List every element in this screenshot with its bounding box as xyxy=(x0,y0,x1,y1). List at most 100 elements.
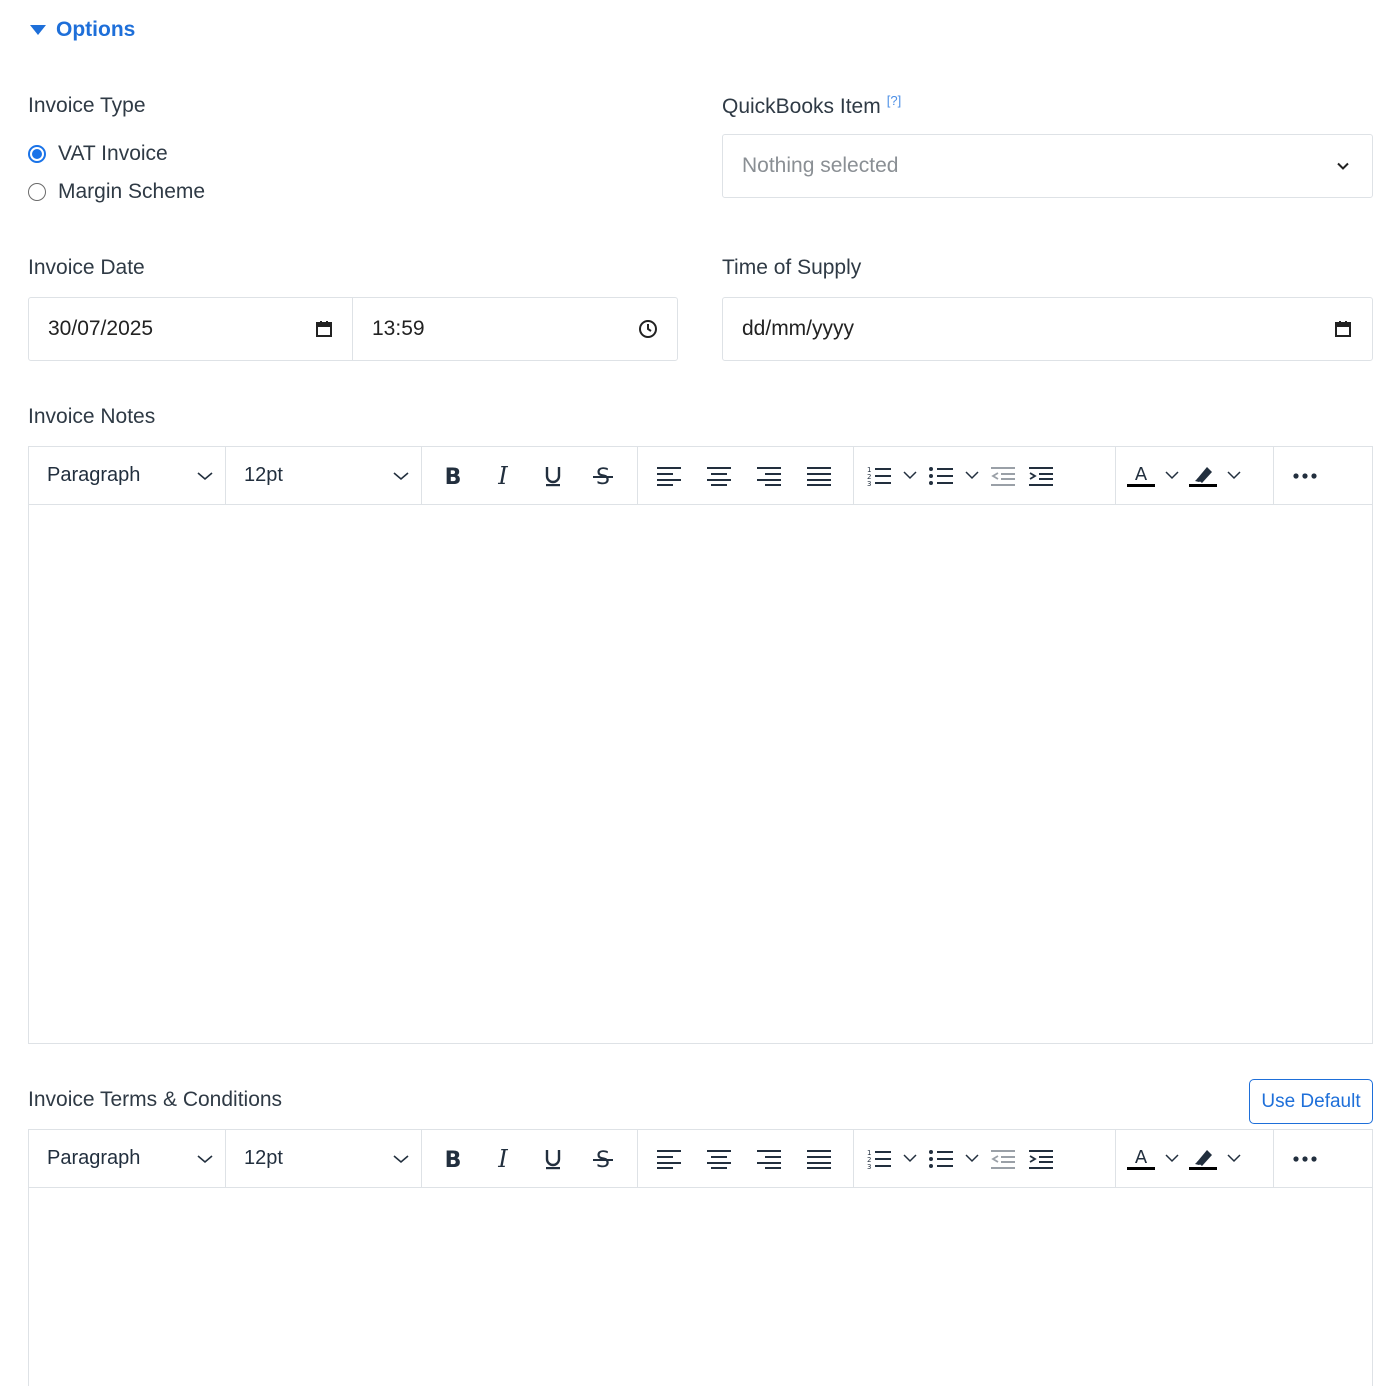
indent-icon[interactable] xyxy=(1022,456,1060,496)
use-default-button[interactable]: Use Default xyxy=(1249,1079,1373,1124)
invoice-terms-label: Invoice Terms & Conditions xyxy=(28,1088,283,1111)
align-center-icon[interactable] xyxy=(694,456,744,496)
align-right-icon[interactable] xyxy=(744,1139,794,1179)
numbered-list-icon[interactable]: 123 xyxy=(860,456,898,496)
clock-icon[interactable] xyxy=(637,318,659,340)
strikethrough-icon[interactable]: S xyxy=(578,456,628,496)
align-justify-icon[interactable] xyxy=(794,1139,844,1179)
align-left-icon[interactable] xyxy=(644,456,694,496)
format-group: B I S xyxy=(422,447,638,504)
underline-icon[interactable] xyxy=(528,456,578,496)
color-group: A xyxy=(1116,1130,1274,1187)
chevron-down-icon xyxy=(1332,155,1354,177)
font-size-select[interactable]: 12pt xyxy=(226,447,422,504)
bullet-list-icon[interactable] xyxy=(922,456,960,496)
chevron-down-icon[interactable] xyxy=(898,456,922,496)
svg-text:B: B xyxy=(445,1148,462,1171)
invoice-type-label: Invoice Type xyxy=(28,94,146,117)
format-group: B I S xyxy=(422,1130,638,1187)
radio-unchecked-icon xyxy=(28,183,46,201)
bold-icon[interactable]: B xyxy=(428,1139,478,1179)
more-group xyxy=(1274,1130,1336,1187)
block-format-select[interactable]: Paragraph xyxy=(29,1130,226,1187)
svg-text:I: I xyxy=(497,464,508,488)
invoice-date-label: Invoice Date xyxy=(28,256,145,279)
chevron-down-icon xyxy=(197,471,213,480)
caret-down-icon xyxy=(30,25,46,35)
block-format-select[interactable]: Paragraph xyxy=(29,447,226,504)
options-toggle[interactable]: Options xyxy=(28,18,135,42)
align-justify-icon[interactable] xyxy=(794,456,844,496)
chevron-down-icon xyxy=(393,471,409,480)
chevron-down-icon[interactable] xyxy=(1160,1139,1184,1179)
font-size-value: 12pt xyxy=(244,1147,283,1169)
quickbooks-item-select[interactable]: Nothing selected xyxy=(722,134,1373,198)
italic-icon[interactable]: I xyxy=(478,456,528,496)
invoice-date-value: 30/07/2025 xyxy=(48,317,154,340)
svg-text:A: A xyxy=(1135,1147,1148,1168)
svg-text:B: B xyxy=(445,465,462,488)
block-format-value: Paragraph xyxy=(47,1147,141,1169)
invoice-notes-label: Invoice Notes xyxy=(28,405,156,428)
italic-icon[interactable]: I xyxy=(478,1139,528,1179)
time-of-supply-placeholder: dd/mm/yyyy xyxy=(742,317,855,340)
chevron-down-icon xyxy=(197,1154,213,1163)
block-format-value: Paragraph xyxy=(47,464,141,486)
align-right-icon[interactable] xyxy=(744,456,794,496)
highlight-color-icon[interactable] xyxy=(1184,456,1222,496)
invoice-time-value: 13:59 xyxy=(372,317,425,340)
list-group: 123 xyxy=(854,1130,1116,1187)
text-color-icon[interactable]: A xyxy=(1122,1139,1160,1179)
invoice-time-input[interactable]: 13:59 xyxy=(352,297,678,361)
invoice-terms-content[interactable] xyxy=(29,1188,1372,1386)
radio-checked-icon xyxy=(28,145,46,163)
align-group xyxy=(638,447,854,504)
invoice-terms-editor: Paragraph 12pt B I S 123 A xyxy=(28,1129,1373,1386)
indent-icon[interactable] xyxy=(1022,1139,1060,1179)
chevron-down-icon[interactable] xyxy=(960,1139,984,1179)
outdent-icon[interactable] xyxy=(984,1139,1022,1179)
highlight-color-icon[interactable] xyxy=(1184,1139,1222,1179)
chevron-down-icon[interactable] xyxy=(1222,456,1246,496)
radio-vat-invoice[interactable]: VAT Invoice xyxy=(28,142,168,166)
svg-text:3: 3 xyxy=(867,1163,871,1170)
more-icon[interactable] xyxy=(1280,456,1330,496)
svg-text:I: I xyxy=(497,1147,508,1171)
font-size-select[interactable]: 12pt xyxy=(226,1130,422,1187)
options-label: Options xyxy=(56,18,136,41)
align-center-icon[interactable] xyxy=(694,1139,744,1179)
more-group xyxy=(1274,447,1336,504)
svg-text:A: A xyxy=(1135,464,1148,485)
invoice-date-input[interactable]: 30/07/2025 xyxy=(28,297,354,361)
chevron-down-icon[interactable] xyxy=(1222,1139,1246,1179)
calendar-icon[interactable] xyxy=(1332,318,1354,340)
invoice-notes-editor: Paragraph 12pt B I S 123 A xyxy=(28,446,1373,1044)
time-of-supply-input[interactable]: dd/mm/yyyy xyxy=(722,297,1373,361)
more-icon[interactable] xyxy=(1280,1139,1330,1179)
invoice-notes-content[interactable] xyxy=(29,505,1372,1043)
chevron-down-icon[interactable] xyxy=(898,1139,922,1179)
color-group: A xyxy=(1116,447,1274,504)
quickbooks-item-label: QuickBooks Item [?] xyxy=(722,93,901,119)
chevron-down-icon[interactable] xyxy=(1160,456,1184,496)
calendar-icon[interactable] xyxy=(313,318,335,340)
radio-vat-invoice-label: VAT Invoice xyxy=(58,142,168,165)
svg-text:3: 3 xyxy=(867,480,871,487)
align-group xyxy=(638,1130,854,1187)
chevron-down-icon[interactable] xyxy=(960,456,984,496)
text-color-icon[interactable]: A xyxy=(1122,456,1160,496)
outdent-icon[interactable] xyxy=(984,456,1022,496)
chevron-down-icon xyxy=(393,1154,409,1163)
font-size-value: 12pt xyxy=(244,464,283,486)
list-group: 123 xyxy=(854,447,1116,504)
numbered-list-icon[interactable]: 123 xyxy=(860,1139,898,1179)
time-of-supply-label: Time of Supply xyxy=(722,256,862,279)
help-link[interactable]: [?] xyxy=(887,93,901,108)
editor-toolbar: Paragraph 12pt B I S 123 A xyxy=(29,1130,1372,1188)
bullet-list-icon[interactable] xyxy=(922,1139,960,1179)
align-left-icon[interactable] xyxy=(644,1139,694,1179)
radio-margin-scheme[interactable]: Margin Scheme xyxy=(28,180,205,204)
strikethrough-icon[interactable]: S xyxy=(578,1139,628,1179)
bold-icon[interactable]: B xyxy=(428,456,478,496)
underline-icon[interactable] xyxy=(528,1139,578,1179)
